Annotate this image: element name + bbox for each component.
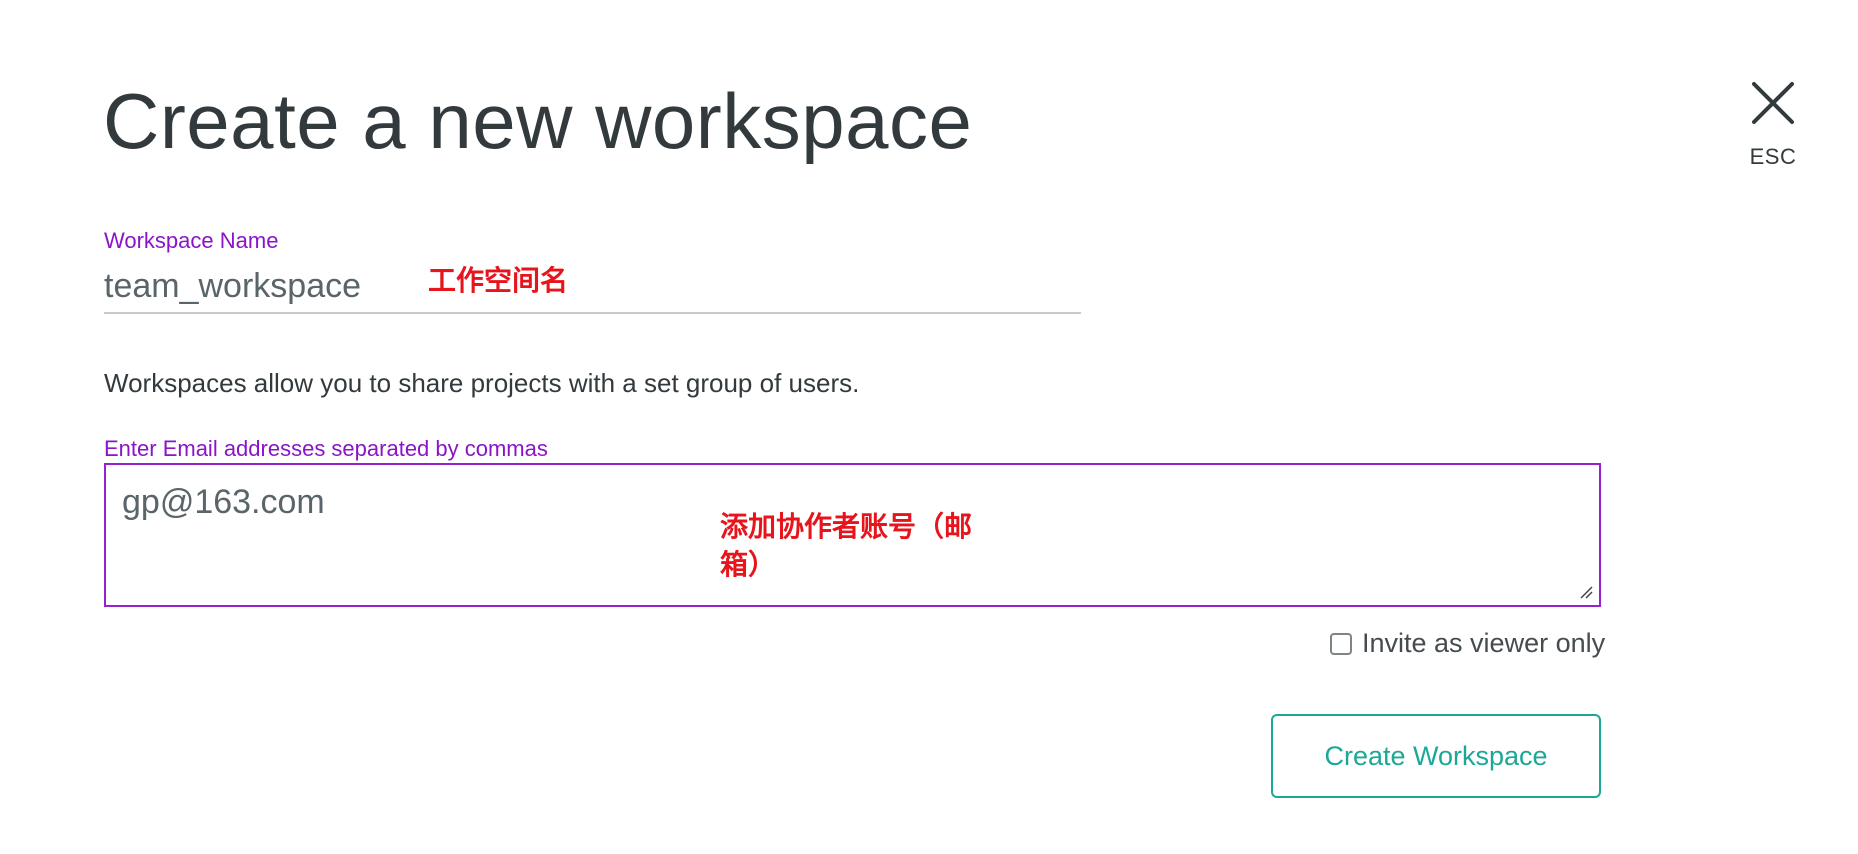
viewer-only-label[interactable]: Invite as viewer only bbox=[1362, 628, 1605, 659]
close-button[interactable]: ESC bbox=[1730, 78, 1816, 178]
esc-label: ESC bbox=[1749, 144, 1797, 169]
close-icon[interactable] bbox=[1748, 78, 1798, 128]
email-addresses-label: Enter Email addresses separated by comma… bbox=[104, 436, 548, 461]
workspace-description: Workspaces allow you to share projects w… bbox=[104, 368, 860, 398]
viewer-only-option[interactable]: Invite as viewer only bbox=[1330, 628, 1605, 659]
viewer-only-checkbox[interactable] bbox=[1330, 632, 1352, 655]
email-annotation: 添加协作者账号（邮箱） bbox=[720, 510, 973, 581]
workspace-name-label: Workspace Name bbox=[104, 228, 279, 253]
workspace-name-input[interactable] bbox=[104, 260, 1081, 314]
create-workspace-button[interactable]: Create Workspace bbox=[1271, 714, 1601, 798]
page-title: Create a new workspace bbox=[103, 77, 973, 165]
email-addresses-value: gp@163.com bbox=[122, 483, 325, 521]
create-workspace-dialog: Create a new workspace ESC Workspace Nam… bbox=[0, 0, 1858, 854]
resize-handle-icon[interactable] bbox=[1579, 585, 1593, 599]
workspace-name-annotation: 工作空间名 bbox=[428, 264, 569, 297]
